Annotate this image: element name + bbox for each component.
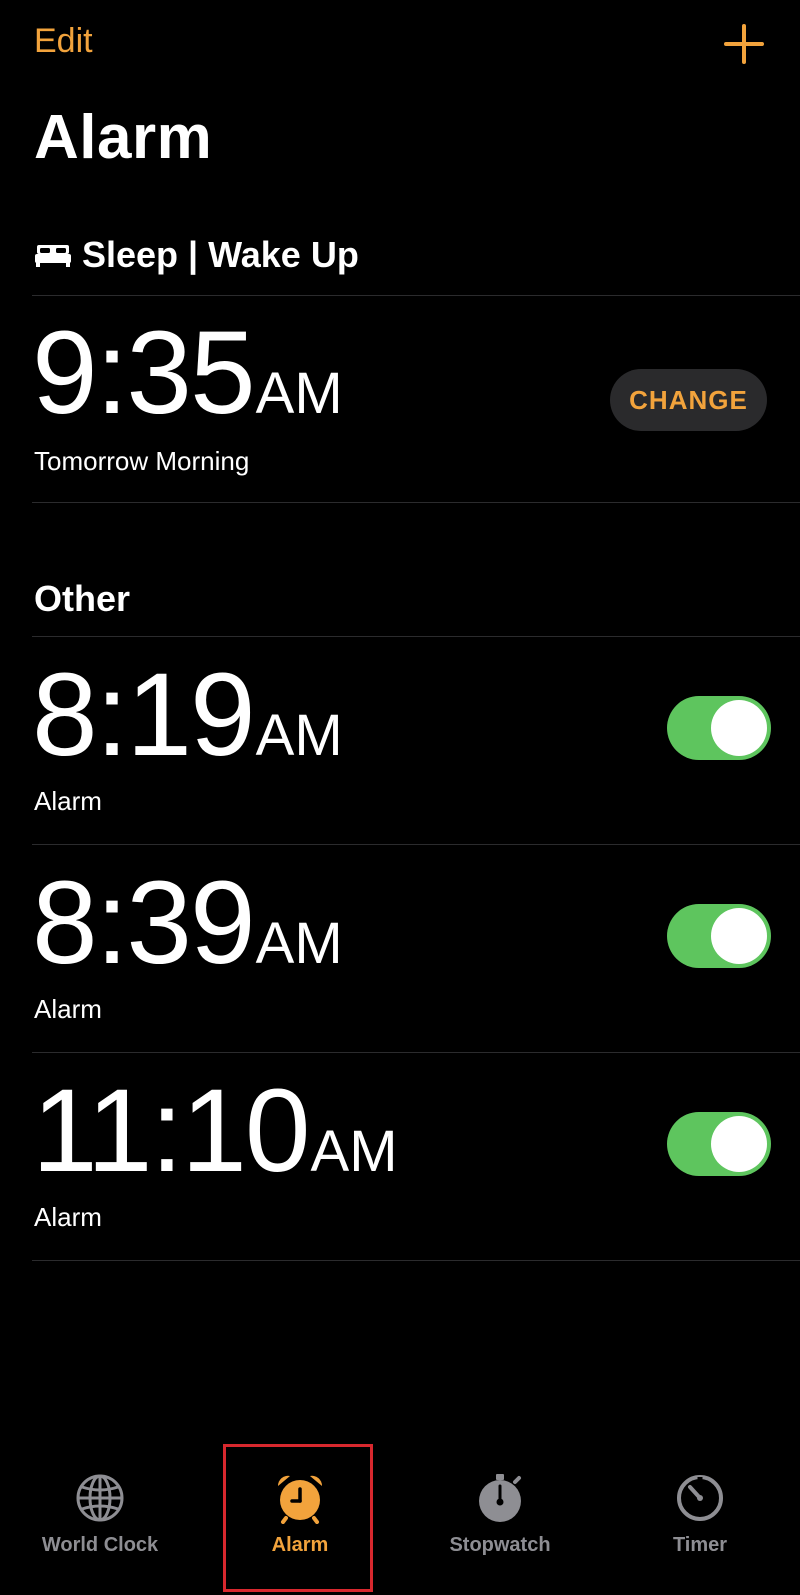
page-title: Alarm: [34, 103, 213, 172]
edit-button[interactable]: Edit: [34, 22, 93, 61]
tab-label: Timer: [672, 1534, 728, 1556]
sleep-alarm-subtitle: Tomorrow Morning: [34, 446, 250, 476]
tab-stopwatch[interactable]: Stopwatch: [425, 1440, 575, 1590]
divider: [32, 1260, 800, 1261]
divider: [32, 844, 800, 845]
change-button[interactable]: CHANGE: [610, 369, 767, 431]
sleep-alarm-time: 9:35AM: [32, 314, 343, 453]
toggle-knob: [711, 908, 767, 964]
selected-tab-highlight: [223, 1444, 373, 1592]
alarm-toggle[interactable]: [667, 1112, 771, 1176]
alarm-screen: Edit Alarm Sleep | Wake Up 9:35AM Tomorr…: [0, 0, 800, 1595]
time-digits: 8:39: [32, 857, 256, 989]
time-ampm: AM: [255, 361, 343, 426]
timer-icon: [677, 1475, 723, 1521]
time-digits: 11:10: [32, 1065, 311, 1197]
alarm-label: Alarm: [34, 994, 102, 1024]
alarm-label: Alarm: [34, 786, 102, 816]
toggle-knob: [711, 1116, 767, 1172]
time-digits: 8:19: [32, 649, 256, 781]
plus-icon: [724, 24, 764, 64]
alarm-time: 11:10AM: [32, 1072, 398, 1211]
sleep-section-header: Sleep | Wake Up: [34, 234, 359, 276]
alarm-label: Alarm: [34, 1202, 102, 1232]
alarm-time: 8:19AM: [32, 656, 343, 795]
globe-icon: [76, 1474, 124, 1522]
stopwatch-icon: [479, 1474, 521, 1522]
time-ampm: AM: [310, 1119, 398, 1184]
divider: [32, 502, 800, 503]
time-ampm: AM: [255, 703, 343, 768]
alarm-time: 8:39AM: [32, 864, 343, 1003]
time-digits: 9:35: [32, 307, 256, 439]
toggle-knob: [711, 700, 767, 756]
divider: [32, 1052, 800, 1053]
tab-timer[interactable]: Timer: [625, 1440, 775, 1590]
other-section-title: Other: [34, 578, 131, 619]
add-alarm-button[interactable]: [718, 18, 770, 70]
tab-label: Stopwatch: [449, 1534, 551, 1556]
tab-world-clock[interactable]: World Clock: [25, 1440, 175, 1590]
time-ampm: AM: [255, 911, 343, 976]
sleep-section-title: Sleep | Wake Up: [82, 234, 359, 275]
bed-icon: [35, 245, 71, 267]
tab-bar: World Clock Alarm Stopwatch Timer: [0, 1440, 800, 1595]
alarm-toggle[interactable]: [667, 696, 771, 760]
alarm-toggle[interactable]: [667, 904, 771, 968]
tab-label: World Clock: [41, 1534, 159, 1556]
divider: [32, 636, 800, 637]
divider: [32, 295, 800, 296]
